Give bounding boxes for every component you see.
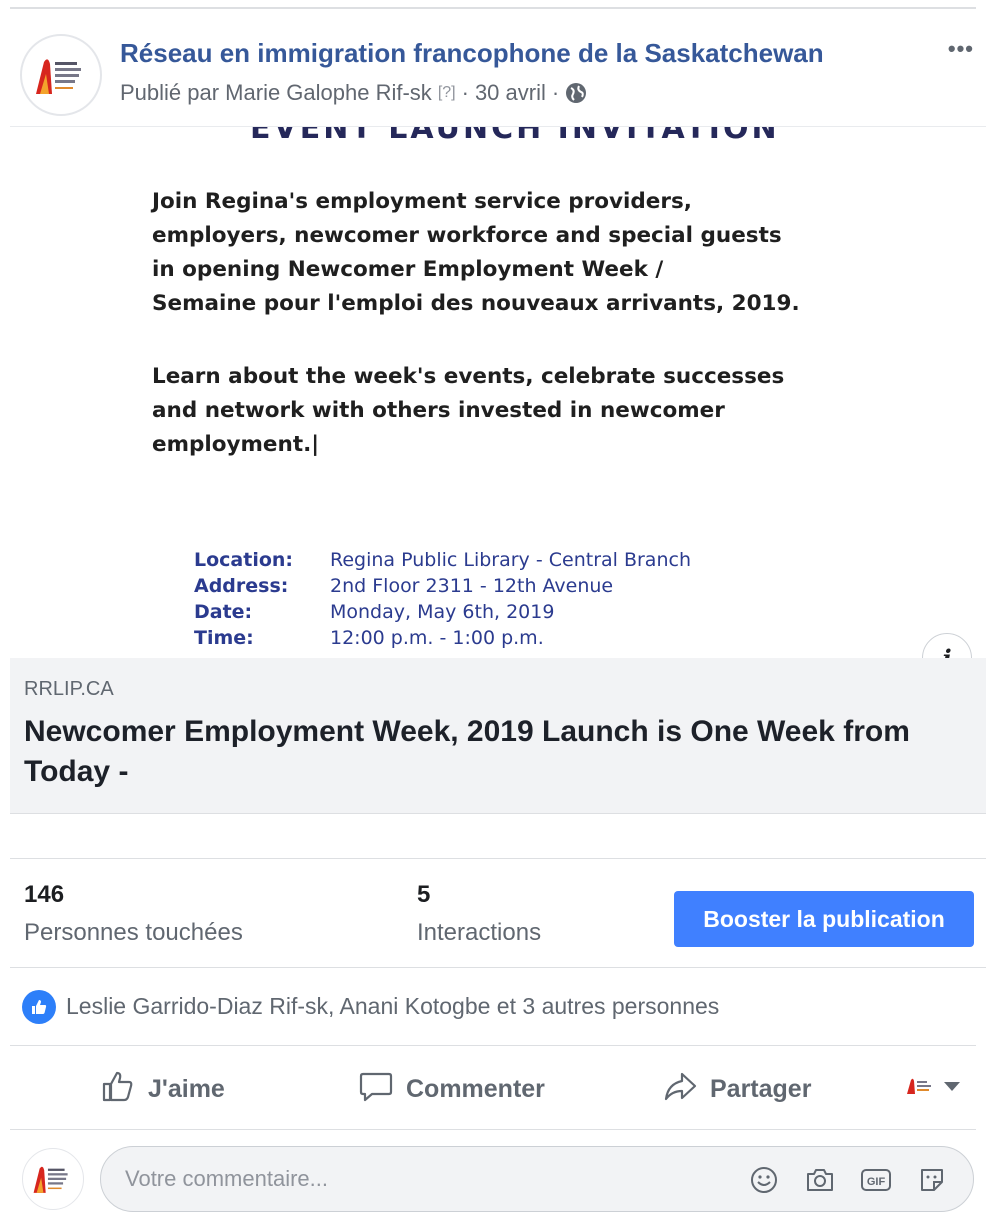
comment-composer: GIF	[10, 1146, 976, 1212]
detail-label: Address:	[194, 575, 289, 597]
globe-icon[interactable]	[565, 82, 587, 104]
engagement-stat[interactable]: 5 Interactions	[417, 881, 541, 947]
reach-stat[interactable]: 146 Personnes touchées	[24, 881, 243, 947]
chevron-down-icon	[944, 1081, 960, 1091]
comment-tools: GIF	[747, 1163, 949, 1197]
camera-icon[interactable]	[803, 1163, 837, 1197]
like-label: J'aime	[148, 1075, 225, 1103]
image-paragraph-1: Join Regina's employment service provide…	[152, 189, 800, 316]
help-marker[interactable]: [?]	[438, 84, 456, 102]
post-insights: 146 Personnes touchées 5 Interactions Bo…	[10, 858, 986, 968]
page-logo	[36, 59, 81, 94]
sticker-icon[interactable]	[915, 1163, 949, 1197]
reactions-summary[interactable]: Leslie Garrido-Diaz Rif-sk, Anani Kotogb…	[10, 968, 976, 1046]
gif-icon[interactable]: GIF	[859, 1163, 893, 1197]
share-label: Partager	[710, 1075, 812, 1103]
emoji-icon[interactable]	[747, 1163, 781, 1197]
page-name-link[interactable]: Réseau en immigration francophone de la …	[120, 38, 824, 69]
info-icon[interactable]: i	[922, 633, 972, 658]
share-button[interactable]: Partager	[662, 1068, 811, 1111]
action-bar: J'aime Commenter Partager	[10, 1046, 976, 1130]
event-details: Location: Regina Public Library - Centra…	[194, 547, 691, 651]
share-arrow-icon	[662, 1068, 698, 1111]
detail-row-time: Time: 12:00 p.m. - 1:00 p.m.	[194, 625, 691, 651]
detail-label: Date:	[194, 601, 253, 623]
detail-label: Time:	[194, 627, 254, 649]
page-selector[interactable]	[904, 1076, 960, 1096]
engagement-label: Interactions	[417, 919, 542, 946]
reach-label: Personnes touchées	[24, 919, 243, 946]
engagement-value: 5	[417, 881, 431, 908]
reach-value: 146	[24, 881, 65, 908]
detail-row-address: Address: 2nd Floor 2311 - 12th Avenue	[194, 573, 691, 599]
svg-text:GIF: GIF	[867, 1176, 886, 1188]
detail-row-location: Location: Regina Public Library - Centra…	[194, 547, 691, 573]
detail-label: Location:	[194, 549, 294, 571]
published-by[interactable]: Publié par Marie Galophe Rif-sk	[120, 80, 432, 106]
post-header: Réseau en immigration francophone de la …	[0, 28, 986, 124]
image-heading: EVENT LAUNCH INVITATION	[250, 126, 780, 146]
link-domain: RRLIP.CA	[24, 678, 114, 700]
like-icon	[22, 989, 56, 1024]
comment-button[interactable]: Commenter	[358, 1068, 545, 1111]
page-avatar[interactable]	[20, 34, 102, 116]
detail-value: Regina Public Library - Central Branch	[330, 549, 691, 571]
detail-value: 12:00 p.m. - 1:00 p.m.	[330, 627, 544, 649]
boost-post-button[interactable]: Booster la publication	[674, 891, 974, 947]
post-image[interactable]: EVENT LAUNCH INVITATION Join Regina's em…	[10, 126, 986, 658]
like-button[interactable]: J'aime	[100, 1068, 225, 1111]
comment-bubble-icon	[358, 1068, 394, 1111]
page-logo-small	[907, 1078, 931, 1094]
link-preview[interactable]: RRLIP.CA Newcomer Employment Week, 2019 …	[10, 658, 986, 814]
comment-label: Commenter	[406, 1075, 545, 1103]
reaction-names[interactable]: Leslie Garrido-Diaz Rif-sk, Anani Kotogb…	[66, 993, 719, 1020]
meta-separator: ·	[461, 80, 469, 105]
post-date[interactable]: 30 avril	[475, 80, 546, 106]
comment-input-container: GIF	[100, 1146, 974, 1212]
detail-value: Monday, May 6th, 2019	[330, 601, 555, 623]
meta-separator: ·	[551, 80, 560, 105]
commenter-avatar[interactable]	[22, 1148, 84, 1210]
detail-row-date: Date: Monday, May 6th, 2019	[194, 599, 691, 625]
top-divider	[10, 7, 976, 9]
detail-value: 2nd Floor 2311 - 12th Avenue	[330, 575, 614, 597]
image-paragraph-2: Learn about the week's events, celebrate…	[152, 364, 785, 457]
post-meta: Publié par Marie Galophe Rif-sk [?] · 30…	[120, 80, 587, 106]
link-title[interactable]: Newcomer Employment Week, 2019 Launch is…	[24, 712, 979, 792]
thumbs-up-icon	[100, 1068, 136, 1111]
more-dots-icon[interactable]: •••	[948, 36, 974, 62]
comment-input[interactable]	[125, 1166, 725, 1192]
